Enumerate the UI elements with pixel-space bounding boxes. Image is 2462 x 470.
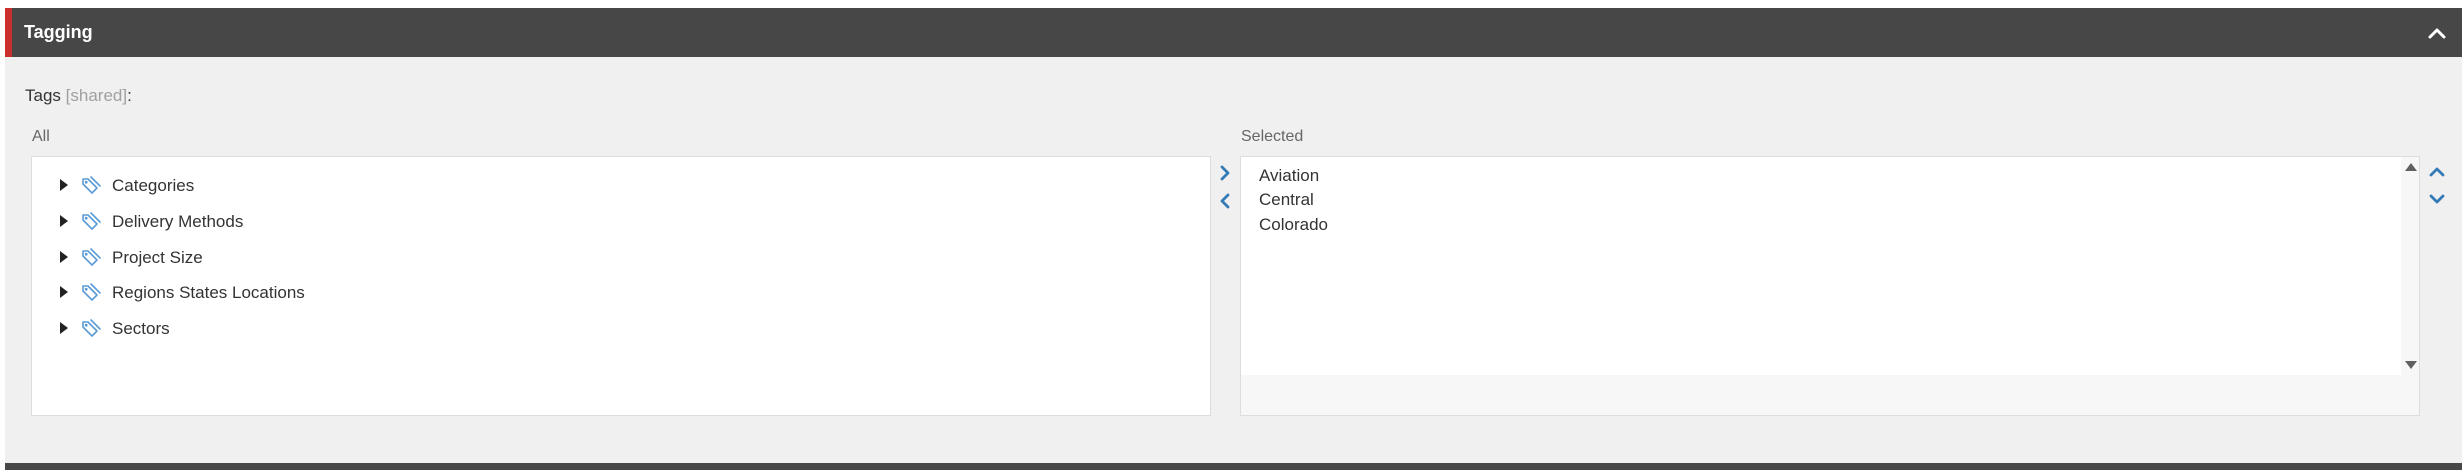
panel-title: Tagging bbox=[24, 22, 93, 42]
tree-item-label: Project Size bbox=[112, 248, 203, 267]
expand-caret-icon[interactable] bbox=[60, 215, 68, 227]
tree-item-label: Delivery Methods bbox=[112, 212, 244, 231]
label-colon: : bbox=[127, 86, 132, 105]
tag-icon bbox=[82, 319, 101, 337]
expand-caret-icon[interactable] bbox=[60, 322, 68, 334]
panel-body: Tags [shared]: All Categories Delivery M… bbox=[5, 57, 2462, 463]
scroll-down-arrow-icon[interactable] bbox=[2405, 361, 2417, 369]
shared-note: [shared] bbox=[65, 86, 128, 105]
chevron-right-icon[interactable] bbox=[1215, 163, 1235, 183]
tree-item-label: Categories bbox=[112, 176, 195, 195]
tagging-panel: Tagging Tags [shared]: All Categories De… bbox=[0, 0, 2462, 470]
selected-list-footer bbox=[1241, 375, 2419, 415]
tree-item-label: Sectors bbox=[112, 319, 170, 338]
tree-item-categories[interactable]: Categories bbox=[32, 171, 1210, 201]
all-tags-tree[interactable]: Categories Delivery Methods Project Size… bbox=[31, 156, 1211, 416]
expand-caret-icon[interactable] bbox=[60, 251, 68, 263]
tag-icon bbox=[82, 176, 101, 194]
panel-accent-bar bbox=[5, 8, 12, 57]
tree-item-project-size[interactable]: Project Size bbox=[32, 243, 1210, 273]
tags-field-label: Tags [shared]: bbox=[25, 86, 132, 106]
selected-list-scrollbar[interactable] bbox=[2401, 157, 2419, 375]
selected-tags-list[interactable]: Aviation Central Colorado bbox=[1240, 156, 2420, 416]
selected-box-label: Selected bbox=[1241, 128, 1304, 145]
all-box-label: All bbox=[32, 128, 50, 145]
chevron-down-icon[interactable] bbox=[2427, 189, 2447, 209]
tag-icon bbox=[82, 212, 101, 230]
tree-item-label: Regions States Locations bbox=[112, 283, 305, 302]
tags-label: Tags bbox=[25, 86, 61, 105]
chevron-up-icon[interactable] bbox=[2427, 162, 2447, 182]
chevron-left-icon[interactable] bbox=[1215, 191, 1235, 211]
panel-header[interactable]: Tagging bbox=[5, 8, 2462, 57]
selected-item-aviation[interactable]: Aviation bbox=[1259, 164, 1319, 188]
selected-item-colorado[interactable]: Colorado bbox=[1259, 213, 1328, 237]
selected-item-central[interactable]: Central bbox=[1259, 188, 1314, 212]
chevron-up-icon[interactable] bbox=[2426, 22, 2448, 44]
expand-caret-icon[interactable] bbox=[60, 179, 68, 191]
tag-icon bbox=[82, 283, 101, 301]
scroll-up-arrow-icon[interactable] bbox=[2405, 163, 2417, 171]
tag-icon bbox=[82, 248, 101, 266]
tree-item-delivery-methods[interactable]: Delivery Methods bbox=[32, 207, 1210, 237]
tree-item-sectors[interactable]: Sectors bbox=[32, 314, 1210, 344]
tree-item-regions-states-locations[interactable]: Regions States Locations bbox=[32, 278, 1210, 308]
expand-caret-icon[interactable] bbox=[60, 286, 68, 298]
next-panel-header bbox=[5, 463, 2462, 470]
